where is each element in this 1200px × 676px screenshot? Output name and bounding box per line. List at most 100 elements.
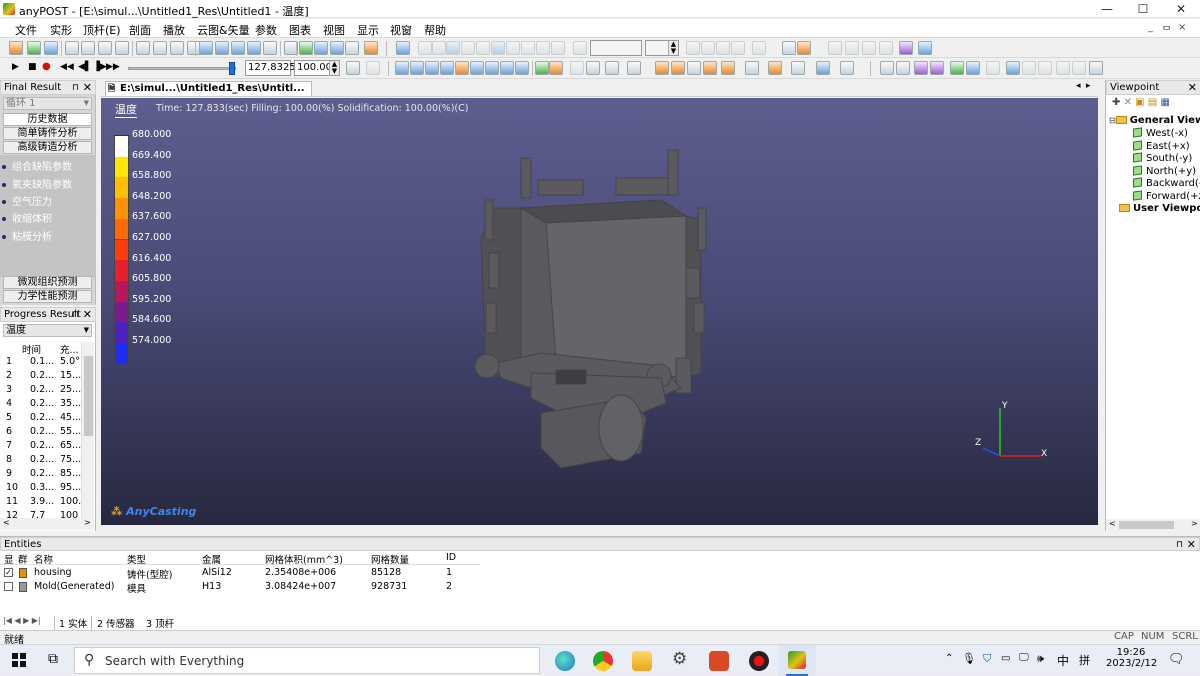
table-row[interactable]: 5 0.2... 45.... (0, 412, 84, 426)
clip-3-icon[interactable] (536, 41, 550, 55)
notification-icon[interactable]: 🗨 (1168, 652, 1185, 667)
table-row[interactable]: 10 0.3... 95.... (0, 482, 84, 496)
layer-icon[interactable] (828, 41, 842, 55)
layout-1-icon[interactable] (136, 41, 150, 55)
result-item[interactable]: 氧夹缺陷参数 (2, 176, 72, 191)
microstructure-prediction-button[interactable]: 微观组织预测 (3, 276, 92, 289)
cut-icon[interactable] (573, 41, 587, 55)
loop-icon[interactable] (346, 61, 360, 75)
undo-view-icon[interactable] (570, 61, 584, 75)
tab-ejectors[interactable]: 3 顶杆 (146, 616, 174, 630)
rotate-x-icon[interactable] (485, 61, 499, 75)
mdi-restore-button[interactable]: ᄆ (1162, 22, 1171, 37)
maximize-button[interactable]: ☐ (1126, 0, 1160, 18)
light-icon[interactable] (549, 61, 563, 75)
pick-icon[interactable] (432, 41, 446, 55)
mdi-minimize-button[interactable]: _ (1148, 22, 1153, 33)
layout-2-icon[interactable] (153, 41, 167, 55)
zoom-out-icon[interactable] (410, 61, 424, 75)
scroll-left-icon[interactable]: < (3, 518, 10, 527)
chart-icon[interactable] (950, 61, 964, 75)
color-map-icon[interactable] (914, 61, 928, 75)
menu-play[interactable]: 播放 (163, 22, 185, 38)
zoom-fit-icon[interactable] (425, 61, 439, 75)
rotate-y-icon[interactable] (500, 61, 514, 75)
close-icon[interactable]: ✕ (83, 308, 92, 322)
progress-field-select[interactable]: 温度 ▼ (3, 324, 92, 337)
cube-color-icon[interactable] (768, 61, 782, 75)
loop-select[interactable]: 循环 1 ▼ (3, 97, 92, 110)
first-frame-icon[interactable]: ◀◀ (60, 62, 74, 72)
import-viewpoint-icon[interactable]: ▤ (1148, 97, 1157, 108)
tab-entities[interactable]: 1 实体 (54, 616, 93, 631)
clock[interactable]: 19:26 2023/2/12 (1106, 647, 1157, 669)
minimize-button[interactable]: — (1090, 0, 1124, 18)
table-row[interactable]: 3 0.2... 25.... (0, 384, 84, 398)
clip-4-icon[interactable] (551, 41, 565, 55)
time-slider[interactable] (128, 67, 236, 70)
group-color-swatch[interactable] (19, 568, 27, 578)
shaded-icon[interactable] (703, 61, 717, 75)
solid-icon[interactable] (655, 61, 669, 75)
tool-3-icon[interactable] (1038, 61, 1052, 75)
menu-help[interactable]: 帮助 (424, 22, 446, 38)
advanced-casting-analysis-button[interactable]: 高级铸造分析 (3, 141, 92, 154)
pan-icon[interactable] (455, 61, 469, 75)
progress-hscrollbar[interactable]: < > (0, 518, 94, 530)
camera-icon[interactable] (115, 41, 129, 55)
menu-display[interactable]: 显示 (357, 22, 379, 38)
group-color-swatch[interactable] (19, 582, 27, 592)
time-input[interactable]: 127.8325 (245, 60, 296, 76)
legend-icon[interactable] (880, 61, 894, 75)
menu-ejector[interactable]: 顶杆(E) (83, 22, 121, 38)
menu-contour-vector[interactable]: 云图&矢量 (197, 22, 250, 38)
legend-list-icon[interactable] (896, 61, 910, 75)
scroll-right-icon[interactable]: > (1191, 519, 1198, 528)
vector-icon[interactable] (816, 61, 830, 75)
record-icon[interactable]: ● (42, 61, 51, 72)
mdi-close-button[interactable]: × (1178, 22, 1186, 33)
scroll-left-icon[interactable]: < (1109, 519, 1116, 528)
render-mode-icon[interactable] (605, 61, 619, 75)
layer-4-icon[interactable] (879, 41, 893, 55)
windows-start-icon[interactable] (12, 653, 26, 667)
ball-icon[interactable] (791, 61, 805, 75)
powerpoint-icon[interactable] (709, 651, 729, 671)
paste-icon[interactable] (797, 41, 811, 55)
viewpoint-item[interactable]: North(+y) (1133, 164, 1196, 177)
close-icon[interactable]: ✕ (1188, 81, 1197, 95)
view-quad-icon[interactable] (247, 41, 261, 55)
load-result-icon[interactable] (44, 41, 58, 55)
cube-gray-icon[interactable] (745, 61, 759, 75)
tree-user-viewpoint[interactable]: User Viewpoir (1119, 203, 1200, 214)
time-slider-handle[interactable] (229, 62, 235, 75)
select-icon[interactable] (418, 41, 432, 55)
refresh-view-icon[interactable] (535, 61, 549, 75)
rotate-icon[interactable] (470, 61, 484, 75)
table-row[interactable]: 2 0.2... 15.... (0, 370, 84, 384)
clip-2-icon[interactable] (521, 41, 535, 55)
microphone-icon[interactable]: 🎙 (962, 652, 976, 665)
play-icon[interactable]: ▶ (12, 62, 19, 72)
pin-icon[interactable]: ⊓ (1176, 538, 1183, 552)
move-2-icon[interactable] (701, 41, 715, 55)
progress-scrollbar[interactable] (81, 342, 94, 518)
scrollbar-thumb[interactable] (84, 356, 93, 436)
result-item[interactable]: 空气压力 (2, 193, 52, 208)
rename-viewpoint-icon[interactable]: ▣ (1135, 97, 1144, 108)
tool-2-icon[interactable] (1022, 61, 1036, 75)
prev-frame-icon[interactable]: ◀▌ (78, 62, 92, 72)
export-icon[interactable] (918, 41, 932, 55)
close-icon[interactable]: ✕ (83, 81, 92, 95)
table-row[interactable]: 11 3.9... 100. (0, 496, 81, 510)
section-box-icon[interactable] (491, 41, 505, 55)
copy-icon[interactable] (782, 41, 796, 55)
add-viewpoint-icon[interactable]: ✚ (1112, 97, 1120, 108)
simple-casting-analysis-button[interactable]: 简单铸件分析 (3, 127, 92, 140)
tab-left-icon[interactable]: ◂ (1076, 81, 1081, 91)
history-data-button[interactable]: 历史数据 (3, 113, 92, 126)
view-single-icon[interactable] (199, 41, 213, 55)
app-icon[interactable] (3, 3, 15, 15)
table-row[interactable]: 6 0.2... 55.... (0, 426, 84, 440)
wizard-icon[interactable] (364, 41, 378, 55)
